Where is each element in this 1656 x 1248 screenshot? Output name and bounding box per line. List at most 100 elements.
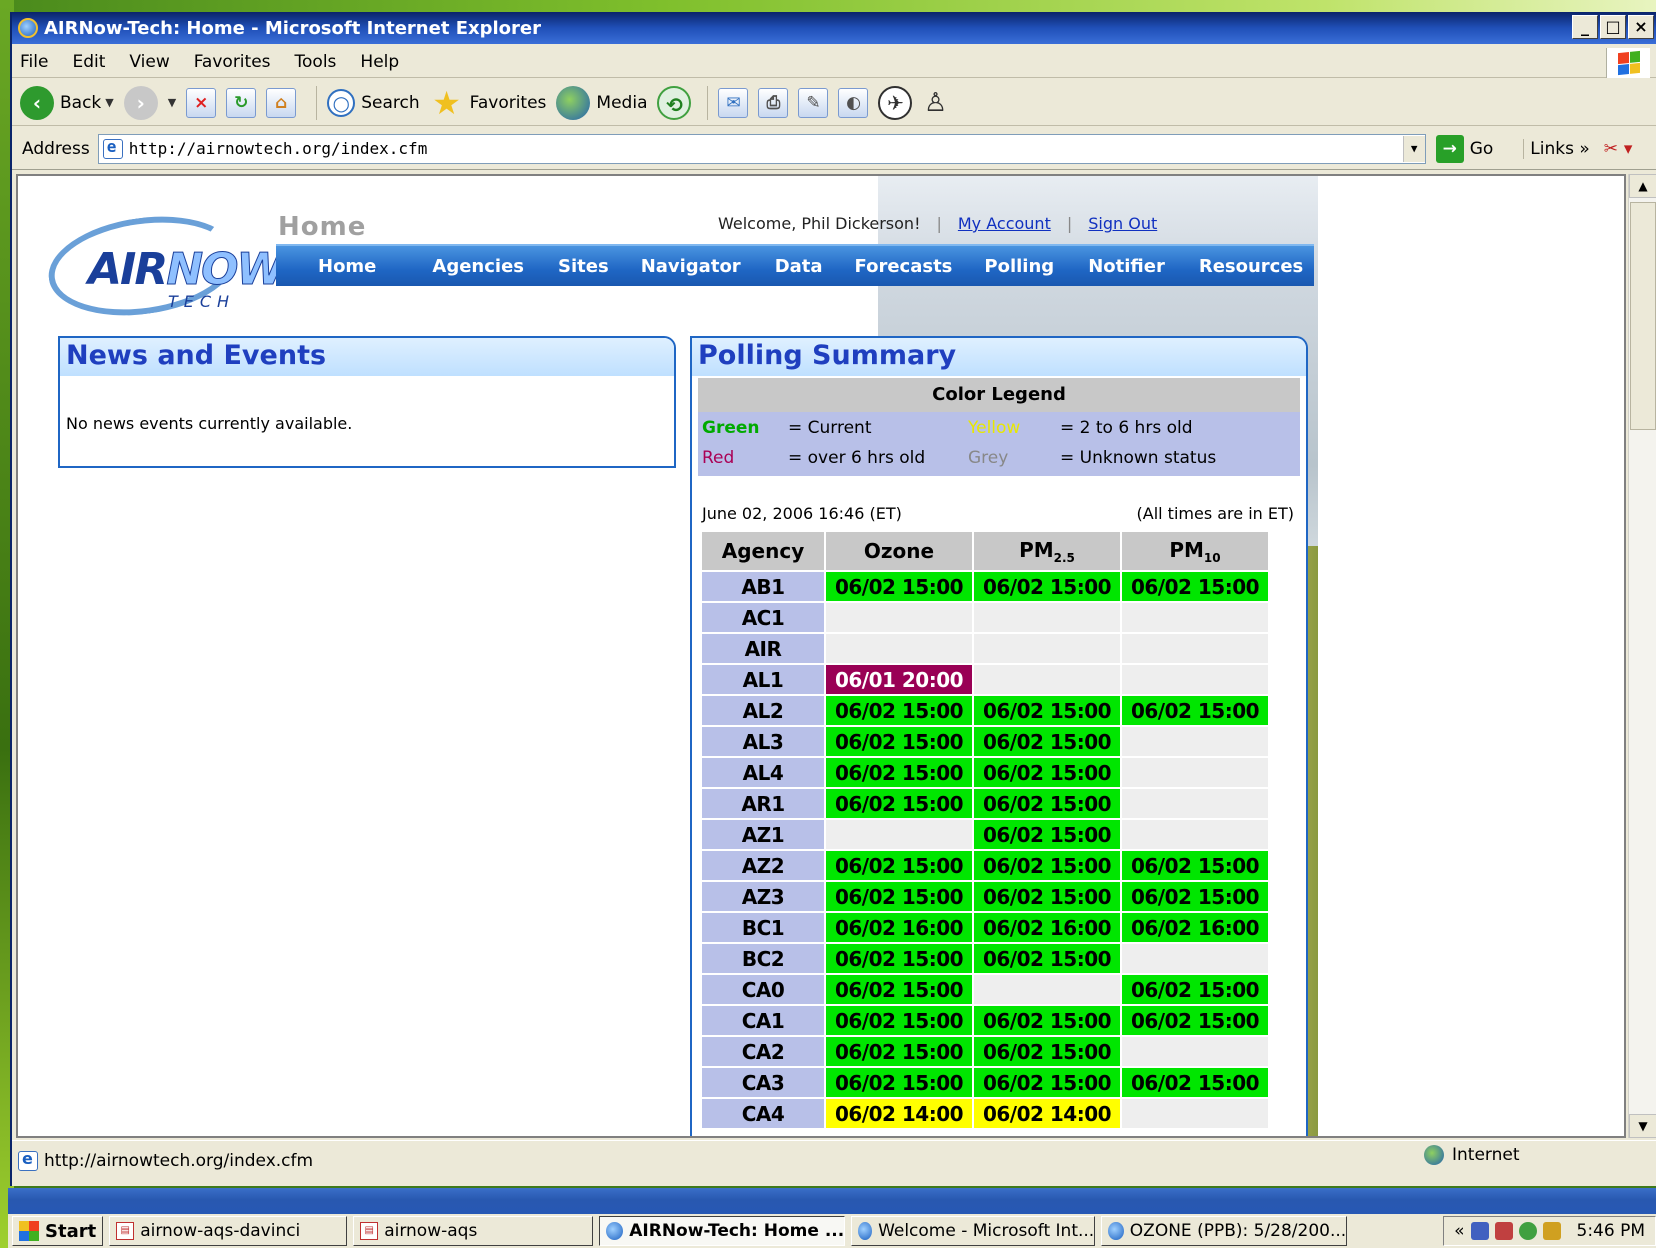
header-pm10[interactable]: PM10 bbox=[1122, 532, 1268, 570]
pm25-cell[interactable]: 06/02 15:00 bbox=[974, 1006, 1120, 1035]
links-button[interactable]: Links » bbox=[1523, 138, 1590, 159]
scroll-thumb[interactable] bbox=[1630, 202, 1656, 430]
menu-favorites[interactable]: Favorites bbox=[194, 52, 271, 72]
pm25-cell[interactable]: 06/02 15:00 bbox=[974, 572, 1120, 601]
pm10-cell[interactable]: 06/02 15:00 bbox=[1122, 975, 1268, 1004]
nav-sites[interactable]: Sites bbox=[558, 256, 609, 277]
go-button[interactable]: → Go bbox=[1435, 134, 1493, 163]
history-icon[interactable]: ⟲ bbox=[657, 85, 692, 120]
agency-cell[interactable]: CA0 bbox=[702, 975, 824, 1004]
menu-edit[interactable]: Edit bbox=[72, 52, 105, 72]
pm25-cell[interactable]: 06/02 14:00 bbox=[974, 1099, 1120, 1128]
menu-tools[interactable]: Tools bbox=[295, 52, 337, 72]
agency-cell[interactable]: AZ3 bbox=[702, 882, 824, 911]
ozone-cell[interactable]: 06/02 15:00 bbox=[826, 975, 972, 1004]
pm25-cell[interactable]: 06/02 15:00 bbox=[974, 820, 1120, 849]
ozone-cell[interactable]: 06/02 15:00 bbox=[826, 758, 972, 787]
ozone-cell[interactable]: 06/02 15:00 bbox=[826, 851, 972, 880]
address-input[interactable]: http://airnowtech.org/index.cfm ▼ bbox=[97, 133, 1426, 164]
ozone-cell[interactable]: 06/01 20:00 bbox=[826, 665, 972, 694]
header-ozone[interactable]: Ozone bbox=[826, 532, 972, 570]
nav-resources[interactable]: Resources bbox=[1199, 256, 1303, 277]
pm25-cell[interactable]: 06/02 15:00 bbox=[974, 882, 1120, 911]
edit-icon[interactable]: ✎ bbox=[798, 87, 829, 118]
agency-cell[interactable]: AC1 bbox=[702, 603, 824, 632]
close-button[interactable]: × bbox=[1628, 15, 1654, 39]
agency-cell[interactable]: BC1 bbox=[702, 913, 824, 942]
address-dropdown-icon[interactable]: ▼ bbox=[1402, 135, 1425, 162]
ozone-cell[interactable]: 06/02 14:00 bbox=[826, 1099, 972, 1128]
agency-cell[interactable]: AZ1 bbox=[702, 820, 824, 849]
taskbar-item-airnow-aqs[interactable]: ▤ airnow-aqs bbox=[353, 1216, 594, 1246]
taskbar-item-ozone[interactable]: OZONE (PPB): 5/28/200... bbox=[1101, 1216, 1348, 1246]
pm25-cell[interactable]: 06/02 15:00 bbox=[974, 1068, 1120, 1097]
agency-cell[interactable]: BC2 bbox=[702, 944, 824, 973]
menu-file[interactable]: File bbox=[20, 52, 48, 72]
taskbar-item-airnow-tech-home[interactable]: AIRNow-Tech: Home ... bbox=[599, 1216, 846, 1246]
discuss-icon[interactable]: ◐ bbox=[838, 87, 869, 118]
start-button[interactable]: Start bbox=[12, 1216, 104, 1246]
agency-cell[interactable]: CA4 bbox=[702, 1099, 824, 1128]
ozone-cell[interactable]: 06/02 15:00 bbox=[826, 727, 972, 756]
agency-cell[interactable]: CA2 bbox=[702, 1037, 824, 1066]
ozone-cell[interactable]: 06/02 16:00 bbox=[826, 913, 972, 942]
nav-forecasts[interactable]: Forecasts bbox=[855, 256, 953, 277]
pm25-cell[interactable]: 06/02 16:00 bbox=[974, 913, 1120, 942]
globe-tray-icon[interactable] bbox=[1518, 1222, 1537, 1240]
pm10-cell[interactable]: 06/02 16:00 bbox=[1122, 913, 1268, 942]
nav-data[interactable]: Data bbox=[775, 256, 823, 277]
ozone-cell[interactable]: 06/02 15:00 bbox=[826, 696, 972, 725]
refresh-icon[interactable]: ↻ bbox=[226, 87, 257, 118]
dropdown-arrow-icon[interactable]: ▼ bbox=[168, 96, 176, 109]
network-error-icon[interactable] bbox=[1494, 1222, 1513, 1240]
ozone-cell[interactable]: 06/02 15:00 bbox=[826, 944, 972, 973]
agency-cell[interactable]: AL1 bbox=[702, 665, 824, 694]
header-pm25[interactable]: PM2.5 bbox=[974, 532, 1120, 570]
ozone-cell[interactable]: 06/02 15:00 bbox=[826, 572, 972, 601]
scroll-up-icon[interactable]: ▲ bbox=[1629, 174, 1656, 198]
media-button[interactable]: Media bbox=[556, 85, 647, 120]
pm25-cell[interactable]: 06/02 15:00 bbox=[974, 851, 1120, 880]
agency-cell[interactable]: AL3 bbox=[702, 727, 824, 756]
antivirus-icon[interactable] bbox=[1542, 1222, 1561, 1240]
person-icon[interactable]: ♙ bbox=[918, 86, 952, 120]
agency-cell[interactable]: CA3 bbox=[702, 1068, 824, 1097]
pm10-cell[interactable]: 06/02 15:00 bbox=[1122, 882, 1268, 911]
nav-navigator[interactable]: Navigator bbox=[641, 256, 741, 277]
dropdown-arrow-icon[interactable]: ▼ bbox=[105, 96, 113, 109]
ozone-cell[interactable]: 06/02 15:00 bbox=[826, 882, 972, 911]
pm10-cell[interactable]: 06/02 15:00 bbox=[1122, 1006, 1268, 1035]
network-icon[interactable] bbox=[1470, 1222, 1489, 1240]
nav-polling[interactable]: Polling bbox=[984, 256, 1054, 277]
taskbar-item-welcome[interactable]: Welcome - Microsoft Int... bbox=[851, 1216, 1096, 1246]
messenger-icon[interactable]: ✈ bbox=[878, 85, 913, 120]
pm10-cell[interactable]: 06/02 15:00 bbox=[1122, 1068, 1268, 1097]
pm25-cell[interactable]: 06/02 15:00 bbox=[974, 944, 1120, 973]
agency-cell[interactable]: AB1 bbox=[702, 572, 824, 601]
menu-help[interactable]: Help bbox=[360, 52, 399, 72]
header-agency[interactable]: Agency bbox=[702, 532, 824, 570]
ozone-cell[interactable]: 06/02 15:00 bbox=[826, 789, 972, 818]
print-icon[interactable]: ⎙ bbox=[758, 87, 789, 118]
sign-out-link[interactable]: Sign Out bbox=[1088, 214, 1157, 233]
tray-expand-icon[interactable]: « bbox=[1454, 1221, 1464, 1241]
ozone-cell[interactable]: 06/02 15:00 bbox=[826, 1037, 972, 1066]
search-button[interactable]: ○ Search bbox=[327, 88, 420, 117]
agency-cell[interactable]: CA1 bbox=[702, 1006, 824, 1035]
mail-icon[interactable]: ✉ bbox=[718, 87, 749, 118]
taskbar-item-airnow-aqs-davinci[interactable]: ▤ airnow-aqs-davinci bbox=[109, 1216, 348, 1246]
my-account-link[interactable]: My Account bbox=[958, 214, 1051, 233]
pm25-cell[interactable]: 06/02 15:00 bbox=[974, 789, 1120, 818]
acrobat-icon[interactable]: ✂ ▾ bbox=[1604, 139, 1633, 159]
pm25-cell[interactable]: 06/02 15:00 bbox=[974, 758, 1120, 787]
title-bar[interactable]: AIRNow-Tech: Home - Microsoft Internet E… bbox=[12, 12, 1656, 44]
nav-home[interactable]: Home bbox=[318, 256, 376, 277]
maximize-button[interactable]: □ bbox=[1600, 15, 1626, 39]
agency-cell[interactable]: AZ2 bbox=[702, 851, 824, 880]
ozone-cell[interactable]: 06/02 15:00 bbox=[826, 1006, 972, 1035]
home-icon[interactable]: ⌂ bbox=[266, 87, 297, 118]
nav-notifier[interactable]: Notifier bbox=[1088, 256, 1165, 277]
pm10-cell[interactable]: 06/02 15:00 bbox=[1122, 572, 1268, 601]
nav-agencies[interactable]: Agencies bbox=[432, 256, 524, 277]
ozone-cell[interactable]: 06/02 15:00 bbox=[826, 1068, 972, 1097]
